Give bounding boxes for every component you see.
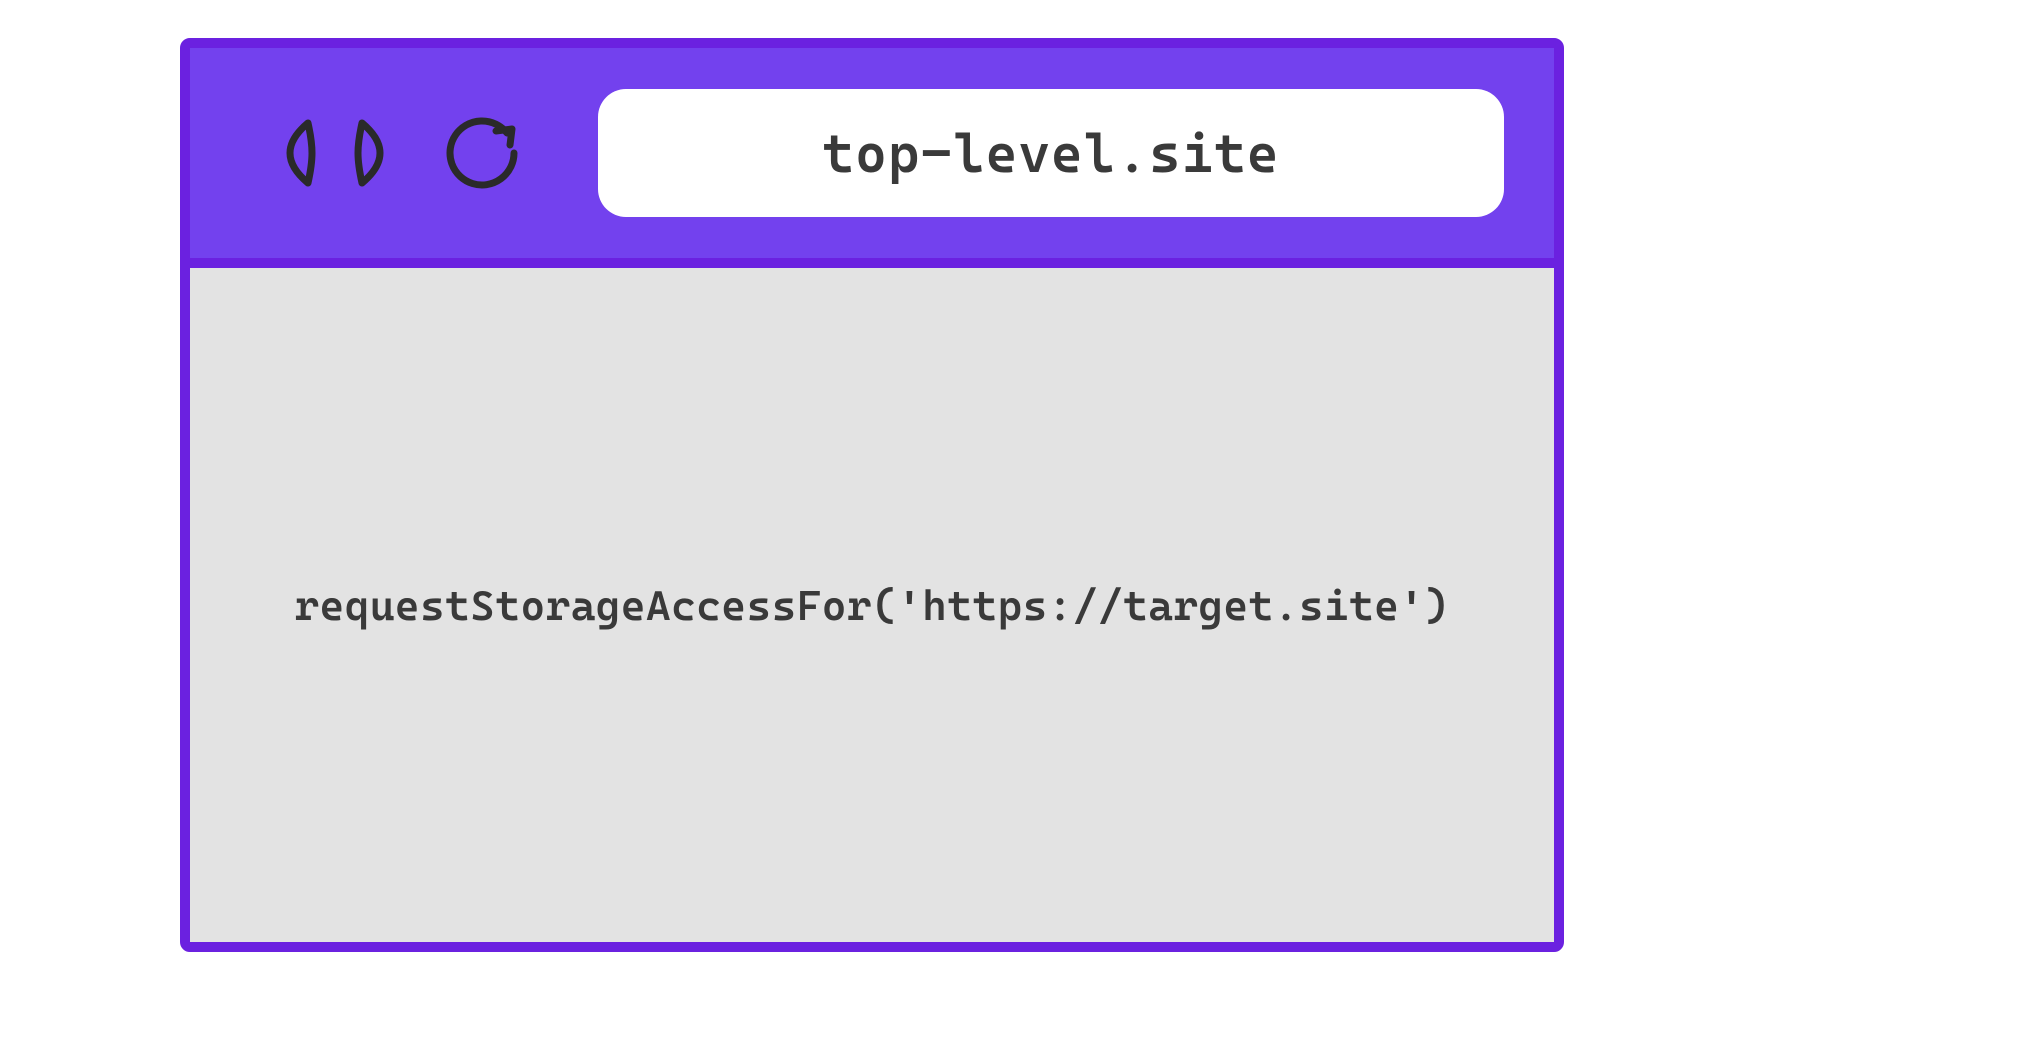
reload-button[interactable] bbox=[440, 113, 524, 193]
forward-icon bbox=[352, 115, 408, 191]
reload-icon bbox=[440, 111, 524, 195]
page-content: requestStorageAccessFor('https://target.… bbox=[190, 268, 1554, 942]
address-bar[interactable]: top-level.site bbox=[598, 89, 1504, 217]
nav-icons-group bbox=[260, 113, 524, 193]
address-bar-text: top-level.site bbox=[823, 122, 1280, 185]
back-icon bbox=[262, 115, 318, 191]
browser-window: top-level.site requestStorageAccessFor('… bbox=[180, 38, 1564, 952]
forward-button[interactable] bbox=[350, 113, 410, 193]
back-button[interactable] bbox=[260, 113, 320, 193]
browser-toolbar: top-level.site bbox=[190, 48, 1554, 268]
code-snippet: requestStorageAccessFor('https://target.… bbox=[294, 581, 1449, 630]
